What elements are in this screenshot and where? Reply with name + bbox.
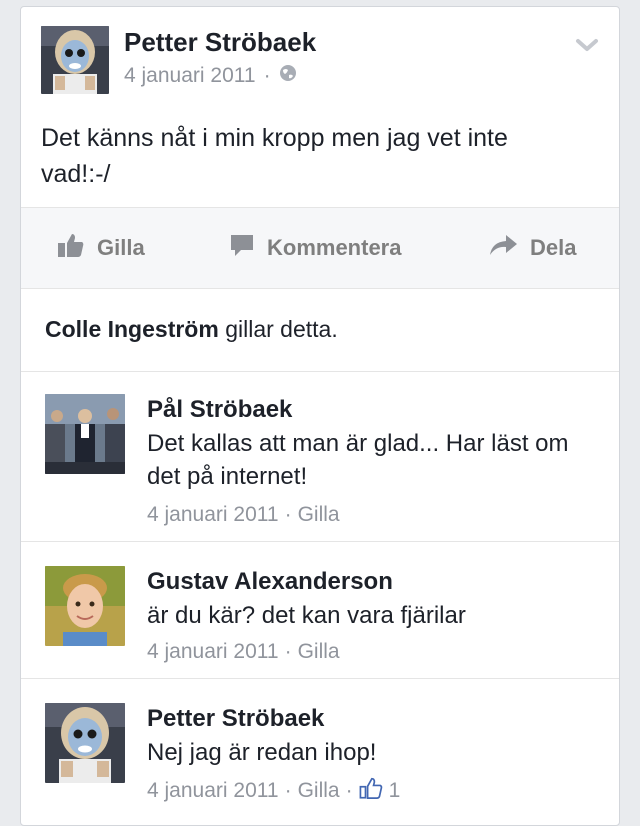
comment-text: Det kallas att man är glad... Har läst o… [147, 430, 569, 490]
comment-meta: 4 januari 2011 · Gilla [147, 503, 340, 527]
likes-summary: Colle Ingeström gillar detta. [21, 288, 619, 372]
post-date[interactable]: 4 januari 2011 [124, 64, 256, 88]
likes-suffix: gillar detta. [218, 316, 338, 342]
meta-separator: · [284, 779, 292, 802]
likes-text: Colle Ingeström gillar detta. [45, 316, 338, 343]
commenter-avatar[interactable] [45, 394, 125, 474]
comment-item: Petter Ströbaek Nej jag är redan ihop! 4… [21, 679, 619, 825]
share-button[interactable]: Dela [488, 208, 576, 288]
author-avatar[interactable] [41, 26, 109, 94]
like-button[interactable]: Gilla [57, 208, 145, 288]
meta-separator: · [345, 779, 353, 802]
commenter-avatar[interactable] [45, 703, 125, 783]
like-button-label: Gilla [97, 235, 145, 260]
post-text-line-1: Det känns nåt i min kropp men jag vet in… [41, 124, 508, 152]
comment-date[interactable]: 4 januari 2011 [147, 503, 279, 527]
comment-text: är du kär? det kan vara fjärilar [147, 602, 466, 629]
chevron-down-icon[interactable] [575, 35, 599, 55]
meta-separator: · [284, 503, 292, 526]
comment-date[interactable]: 4 januari 2011 [147, 779, 279, 803]
comment-text: Nej jag är redan ihop! [147, 739, 377, 766]
comment-button[interactable]: Kommentera [229, 208, 401, 288]
post-author-name[interactable]: Petter Ströbaek [124, 27, 316, 58]
commenter-name[interactable]: Pål Ströbaek [147, 396, 292, 424]
comment-item: Gustav Alexanderson är du kär? det kan v… [21, 542, 619, 679]
comment-like-link[interactable]: Gilla [298, 640, 340, 664]
meta-separator: · [284, 640, 292, 663]
post-card: Petter Ströbaek 4 januari 2011 · Det kän… [20, 6, 620, 826]
comment-icon [229, 232, 255, 264]
commenter-name[interactable]: Petter Ströbaek [147, 705, 324, 733]
thumbs-up-icon [359, 777, 383, 805]
comment-button-label: Kommentera [267, 235, 402, 260]
comment-meta: 4 januari 2011 · Gilla [147, 640, 340, 664]
share-button-label: Dela [530, 235, 577, 260]
comment-like-count[interactable]: 1 [389, 779, 401, 803]
post-meta: 4 januari 2011 · [124, 64, 297, 88]
comment-item: Pål Ströbaek Det kallas att man är glad.… [21, 372, 619, 542]
post-text-line-2: vad!:-/ [41, 160, 111, 188]
share-arrow-icon [488, 233, 518, 263]
globe-icon [279, 64, 297, 88]
commenter-avatar[interactable] [45, 566, 125, 646]
action-bar: Gilla Kommentera Dela [21, 207, 619, 289]
commenter-name[interactable]: Gustav Alexanderson [147, 568, 393, 596]
comment-like-link[interactable]: Gilla [298, 779, 340, 803]
comment-meta: 4 januari 2011 · Gilla · 1 [147, 777, 400, 805]
liker-name[interactable]: Colle Ingeström [45, 316, 219, 342]
comment-like-link[interactable]: Gilla [298, 503, 340, 527]
thumbs-up-icon [57, 232, 85, 264]
post-text: Det känns nåt i min kropp men jag vet in… [41, 120, 601, 192]
comment-date[interactable]: 4 januari 2011 [147, 640, 279, 664]
meta-separator: · [263, 64, 271, 87]
